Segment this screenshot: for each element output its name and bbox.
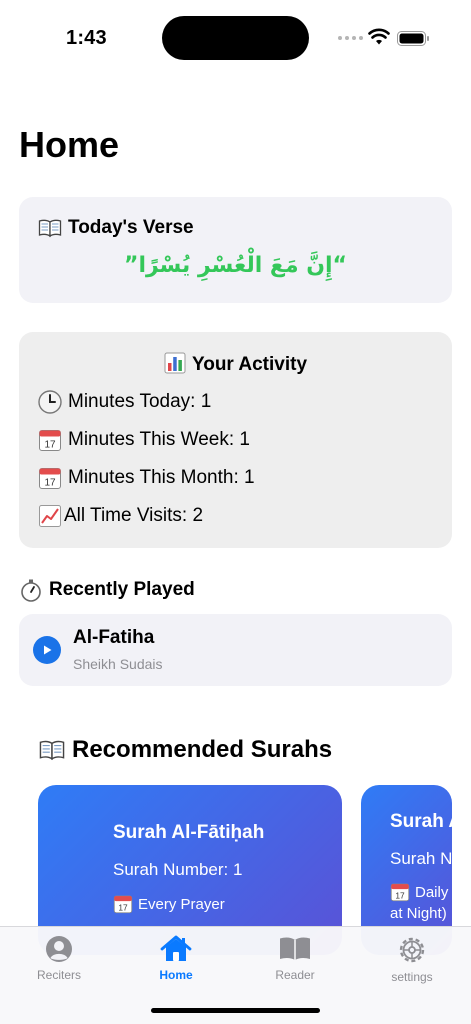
bar-chart-icon: [164, 352, 186, 374]
activity-row-label: Minutes This Month: 1: [68, 467, 255, 488]
house-icon: [160, 935, 192, 961]
surah-schedule-continued: at Night): [390, 905, 447, 922]
home-indicator: [151, 1008, 320, 1013]
recent-reciter: Sheikh Sudais: [73, 656, 163, 672]
tab-home[interactable]: Home: [131, 935, 221, 982]
play-button[interactable]: [33, 636, 61, 664]
open-book-icon: [39, 740, 65, 761]
activity-row-week: 17 Minutes This Week: 1: [38, 428, 250, 452]
clock-icon: [38, 390, 62, 414]
todays-verse-card: Today's Verse “إِنَّ مَعَ الْعُسْرِ يُسْ…: [19, 197, 452, 303]
calendar-icon: 17: [390, 883, 410, 902]
svg-text:17: 17: [395, 890, 405, 900]
svg-text:17: 17: [44, 440, 56, 451]
verse-text: “إِنَّ مَعَ الْعُسْرِ يُسْرًا”: [123, 253, 348, 278]
activity-row-label: Minutes This Week: 1: [68, 429, 250, 450]
person-circle-icon: [46, 936, 72, 962]
wifi-icon: [368, 28, 390, 45]
recently-played-label: Recently Played: [49, 579, 195, 600]
surah-name: Surah Al-Fātiḥah: [113, 822, 265, 843]
stopwatch-icon: [21, 579, 41, 602]
cellular-signal-icon: [338, 36, 363, 40]
gear-icon: [399, 937, 425, 963]
svg-text:17: 17: [44, 478, 56, 489]
calendar-icon: 17: [113, 895, 133, 914]
activity-row-visits: All Time Visits: 2: [38, 504, 203, 528]
book-icon: [280, 937, 310, 960]
surah-name: Surah A: [390, 811, 452, 832]
activity-row-month: 17 Minutes This Month: 1: [38, 466, 255, 490]
activity-heading-label: Your Activity: [191, 354, 308, 375]
recent-item[interactable]: Al-Fatiha Sheikh Sudais: [19, 614, 452, 686]
activity-row-today: Minutes Today: 1: [38, 390, 211, 414]
tab-label: Reciters: [36, 968, 81, 982]
tab-label: settings: [391, 970, 433, 984]
surah-schedule-label: Every Prayer: [138, 895, 225, 913]
recommended-label: Recommended Surahs: [72, 736, 333, 763]
page-title: Home: [19, 124, 120, 165]
activity-row-label: All Time Visits: 2: [64, 505, 204, 526]
verse-heading-label: Today's Verse: [68, 217, 194, 238]
calendar-icon: 17: [39, 430, 61, 451]
activity-card: Your Activity Minutes Today: 1 17 Minute…: [19, 332, 452, 548]
trend-chart-icon: [39, 505, 61, 527]
play-icon: [44, 645, 52, 655]
recommended-heading: Recommended Surahs: [38, 736, 332, 764]
verse-heading: Today's Verse: [38, 217, 194, 239]
activity-row-label: Minutes Today: 1: [68, 391, 212, 412]
tab-label: Home: [159, 968, 193, 982]
recently-played-heading: Recently Played: [19, 578, 195, 602]
tab-reciters[interactable]: Reciters: [14, 935, 104, 982]
surah-schedule: 17 Every Prayer: [113, 894, 225, 914]
status-bar: 1:43: [0, 0, 471, 76]
calendar-icon: 17: [39, 468, 61, 489]
activity-heading: Your Activity: [19, 352, 452, 376]
status-time: 1:43: [66, 27, 107, 49]
battery-icon: [397, 31, 429, 46]
open-book-icon: [38, 219, 62, 238]
surah-schedule: 17 Daily: [390, 882, 448, 902]
tab-label: Reader: [275, 968, 315, 982]
svg-text:17: 17: [118, 902, 128, 912]
surah-number: Surah Number: 1: [113, 860, 243, 879]
recent-title: Al-Fatiha: [73, 627, 155, 648]
surah-number: Surah N: [390, 849, 452, 868]
tab-reader[interactable]: Reader: [250, 935, 340, 982]
dynamic-island: [162, 16, 309, 60]
surah-schedule-label: Daily: [415, 883, 449, 901]
tab-settings[interactable]: settings: [367, 935, 457, 984]
